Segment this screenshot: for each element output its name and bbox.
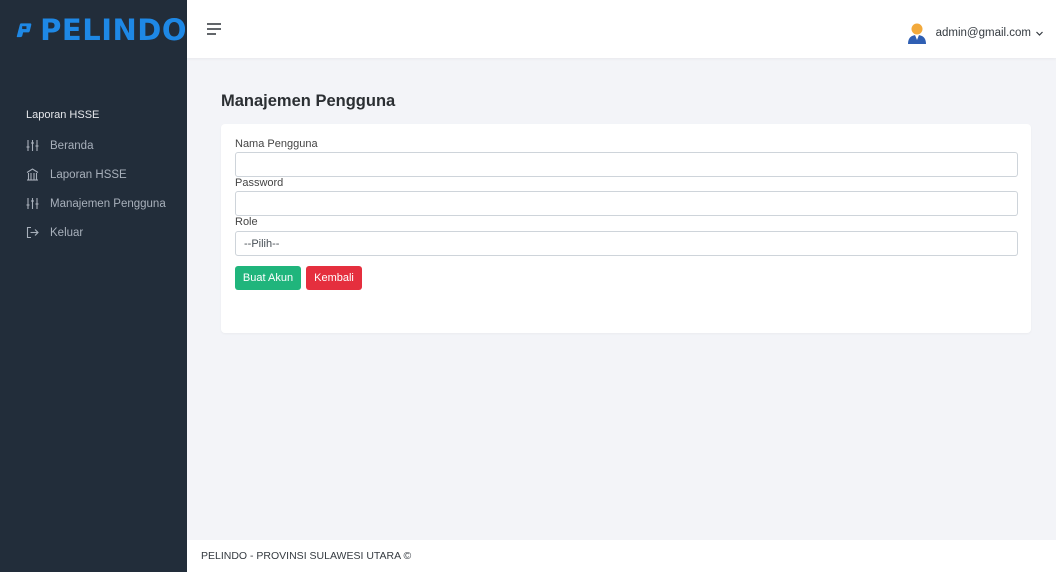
sidebar-item-label: Manajemen Pengguna	[50, 197, 166, 210]
brand[interactable]: PELINDO	[0, 0, 187, 60]
create-account-button[interactable]: Buat Akun	[235, 266, 301, 290]
password-label: Password	[235, 177, 284, 189]
sidebar-section-title: Laporan HSSE	[26, 109, 100, 121]
username-input[interactable]	[235, 152, 1018, 177]
user-email: admin@gmail.com	[935, 27, 1031, 39]
sidebar-menu: Beranda Laporan HSSE Manajemen Pengguna …	[0, 131, 187, 247]
pelindo-logo-icon	[16, 23, 32, 38]
hamburger-menu-icon[interactable]	[207, 22, 221, 36]
sidebar: PELINDO Laporan HSSE Beranda Laporan HSS…	[0, 0, 187, 572]
role-label: Role	[235, 216, 258, 228]
back-button[interactable]: Kembali	[306, 266, 362, 290]
topbar: admin@gmail.com	[187, 0, 1056, 58]
create-user-form: Nama Pengguna Password Role --Pilih-- Bu…	[221, 124, 1031, 333]
sidebar-item-laporan-hsse[interactable]: Laporan HSSE	[0, 160, 187, 189]
sidebar-item-keluar[interactable]: Keluar	[0, 218, 187, 247]
footer-text: PELINDO - PROVINSI SULAWESI UTARA ©	[201, 550, 412, 562]
sidebar-item-label: Keluar	[50, 226, 84, 239]
sidebar-item-manajemen-pengguna[interactable]: Manajemen Pengguna	[0, 189, 187, 218]
role-select-value: --Pilih--	[244, 237, 280, 250]
chevron-down-icon	[1036, 31, 1043, 36]
building-icon	[26, 168, 39, 181]
sidebar-item-label: Laporan HSSE	[50, 168, 127, 181]
logout-icon	[26, 226, 39, 239]
sliders-icon	[26, 197, 39, 210]
page-title: Manajemen Pengguna	[221, 92, 396, 110]
avatar	[907, 23, 926, 44]
sidebar-item-label: Beranda	[50, 139, 94, 152]
username-label: Nama Pengguna	[235, 138, 318, 150]
role-select[interactable]: --Pilih--	[235, 231, 1018, 256]
sidebar-item-beranda[interactable]: Beranda	[0, 131, 187, 160]
password-input[interactable]	[235, 191, 1018, 216]
user-menu[interactable]: admin@gmail.com	[906, 22, 1044, 44]
footer: PELINDO - PROVINSI SULAWESI UTARA ©	[187, 540, 1056, 572]
brand-name: PELINDO	[40, 13, 187, 47]
sliders-icon	[26, 139, 39, 152]
